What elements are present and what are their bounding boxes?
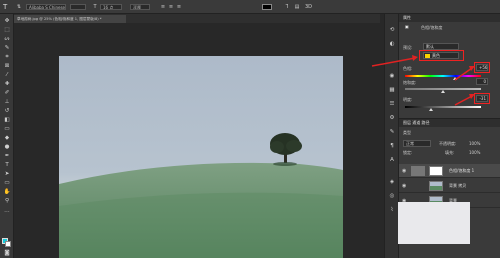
annotation-arrows bbox=[371, 55, 475, 106]
